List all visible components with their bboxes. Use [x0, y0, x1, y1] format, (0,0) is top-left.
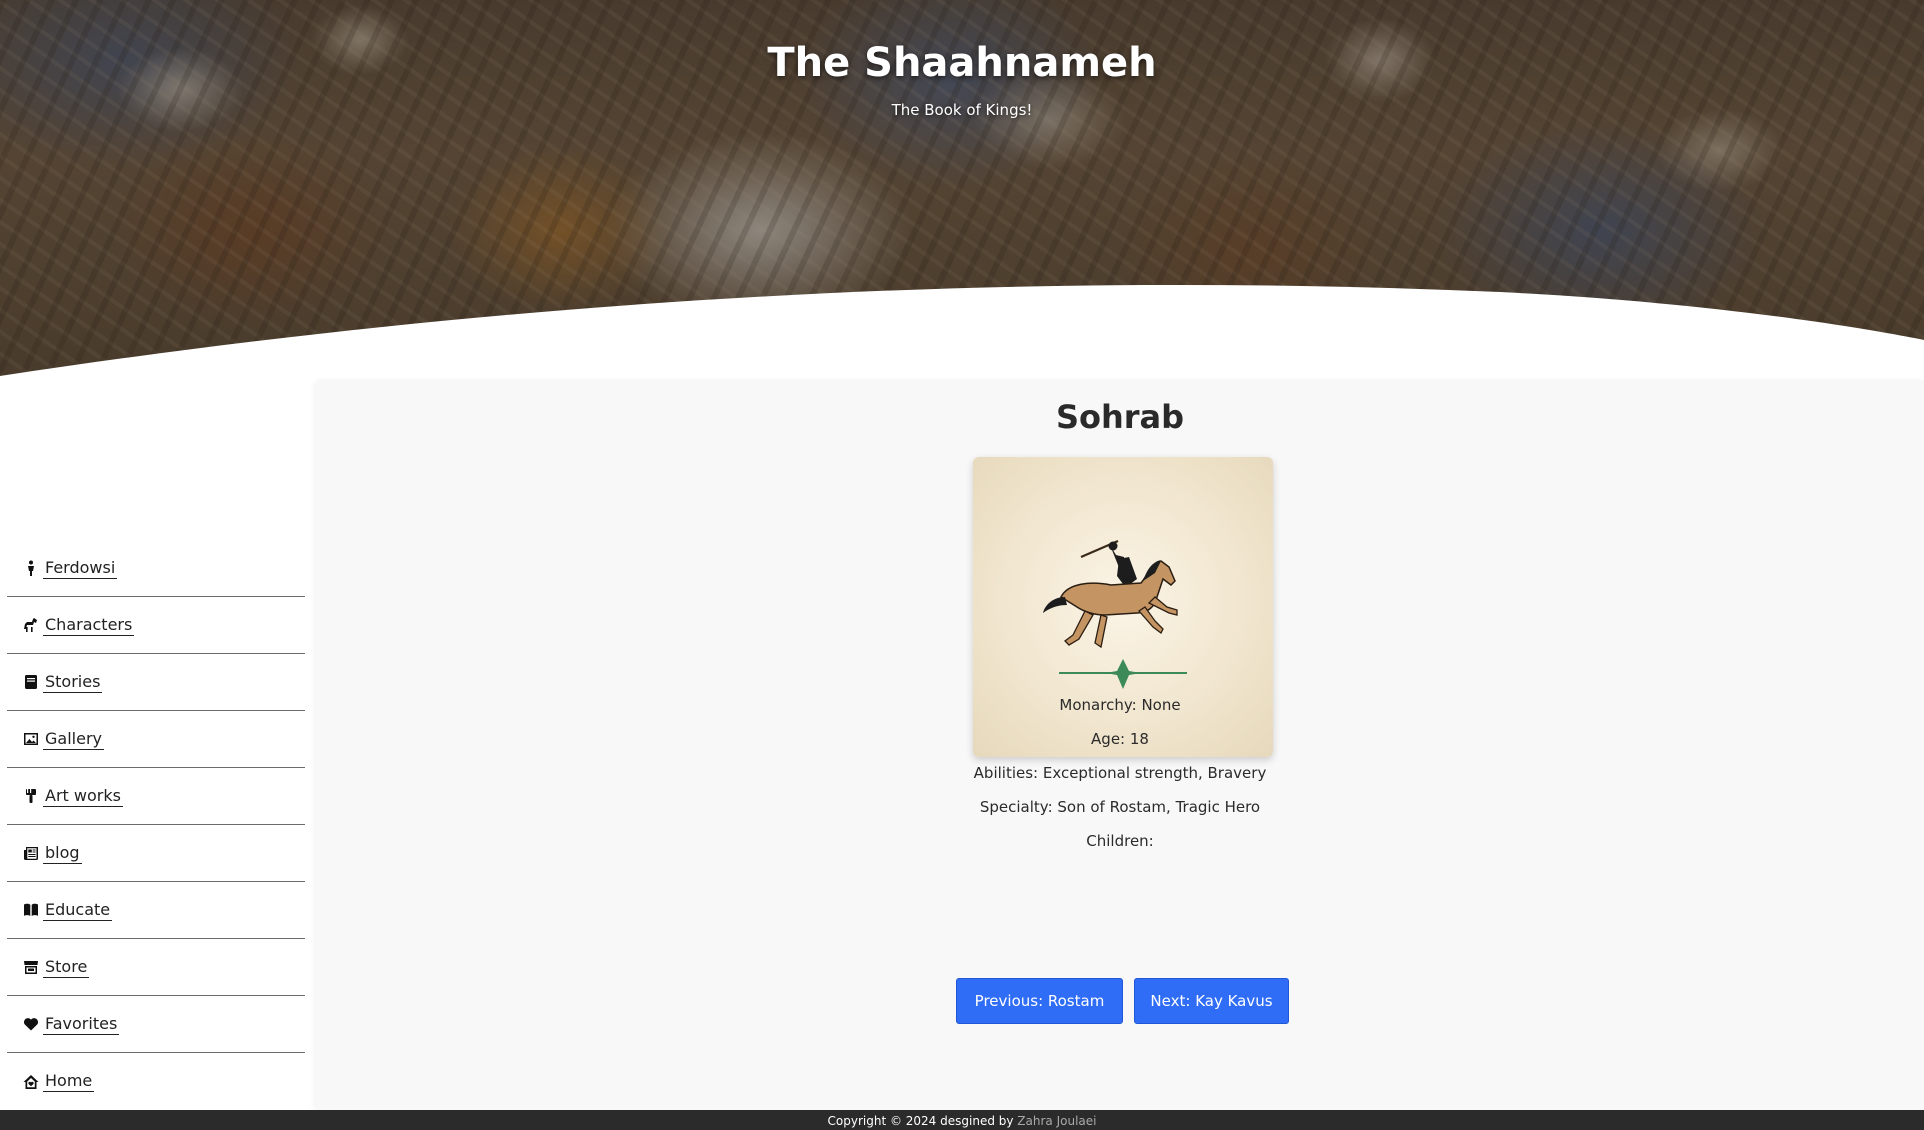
footer: Copyright © 2024 desgined by Zahra Joula… [0, 1110, 1924, 1130]
previous-character-button[interactable]: Previous: Rostam [956, 978, 1123, 1024]
sidebar-nav: Ferdowsi Characters Stories Gallery Art … [7, 540, 305, 1110]
sidebar-item-characters[interactable]: Characters [7, 597, 305, 654]
children-field: Children: [1086, 832, 1154, 850]
sidebar-item-ferdowsi[interactable]: Ferdowsi [7, 540, 305, 597]
person-icon [23, 560, 39, 576]
sidebar-item-label[interactable]: Art works [43, 786, 123, 807]
hero-banner: The Shaahnameh The Book of Kings! [0, 0, 1924, 378]
sidebar-item-label[interactable]: Characters [43, 615, 135, 636]
sidebar-item-label[interactable]: Favorites [43, 1014, 120, 1035]
specialty-field: Specialty: Son of Rostam, Tragic Hero [979, 798, 1261, 816]
paintbrush-icon [23, 788, 39, 804]
sidebar-item-home[interactable]: Home [7, 1053, 305, 1110]
book-icon [23, 674, 39, 690]
age-field: Age: 18 [1091, 730, 1149, 748]
sidebar-item-label[interactable]: Educate [43, 900, 113, 921]
next-character-button[interactable]: Next: Kay Kavus [1134, 978, 1289, 1024]
copyright-text: Copyright © 2024 desgined by [827, 1114, 1018, 1128]
heart-icon [23, 1016, 39, 1032]
sidebar-item-educate[interactable]: Educate [7, 882, 305, 939]
site-title: The Shaahnameh [767, 40, 1157, 86]
monarchy-field: Monarchy: None [1059, 696, 1181, 714]
character-name: Sohrab [1055, 398, 1185, 436]
sidebar-item-blog[interactable]: blog [7, 825, 305, 882]
sidebar-item-label[interactable]: Ferdowsi [43, 558, 118, 579]
sidebar-item-label[interactable]: Gallery [43, 729, 104, 750]
site-subtitle: The Book of Kings! [891, 101, 1033, 119]
sidebar-item-stories[interactable]: Stories [7, 654, 305, 711]
horse-icon [23, 617, 39, 633]
image-icon [23, 731, 39, 747]
sidebar-item-art-works[interactable]: Art works [7, 768, 305, 825]
character-panel: Sohrab Monarchy: None Age: 18 Abilities:… [316, 380, 1924, 1110]
abilities-field: Abilities: Exceptional strength, Bravery [973, 764, 1267, 782]
sidebar-item-favorites[interactable]: Favorites [7, 996, 305, 1053]
store-icon [23, 959, 39, 975]
author-link[interactable]: Zahra Joulaei [1017, 1114, 1096, 1128]
open-book-icon [23, 902, 39, 918]
hero-wave-divider [0, 284, 1924, 378]
sidebar-item-store[interactable]: Store [7, 939, 305, 996]
sidebar-item-label[interactable]: Store [43, 957, 90, 978]
home-icon [23, 1074, 39, 1090]
sidebar-item-label[interactable]: Stories [43, 672, 103, 693]
sidebar-item-gallery[interactable]: Gallery [7, 711, 305, 768]
sidebar-item-label[interactable]: blog [43, 843, 82, 864]
sidebar-item-label[interactable]: Home [43, 1071, 95, 1092]
newspaper-icon [23, 845, 39, 861]
